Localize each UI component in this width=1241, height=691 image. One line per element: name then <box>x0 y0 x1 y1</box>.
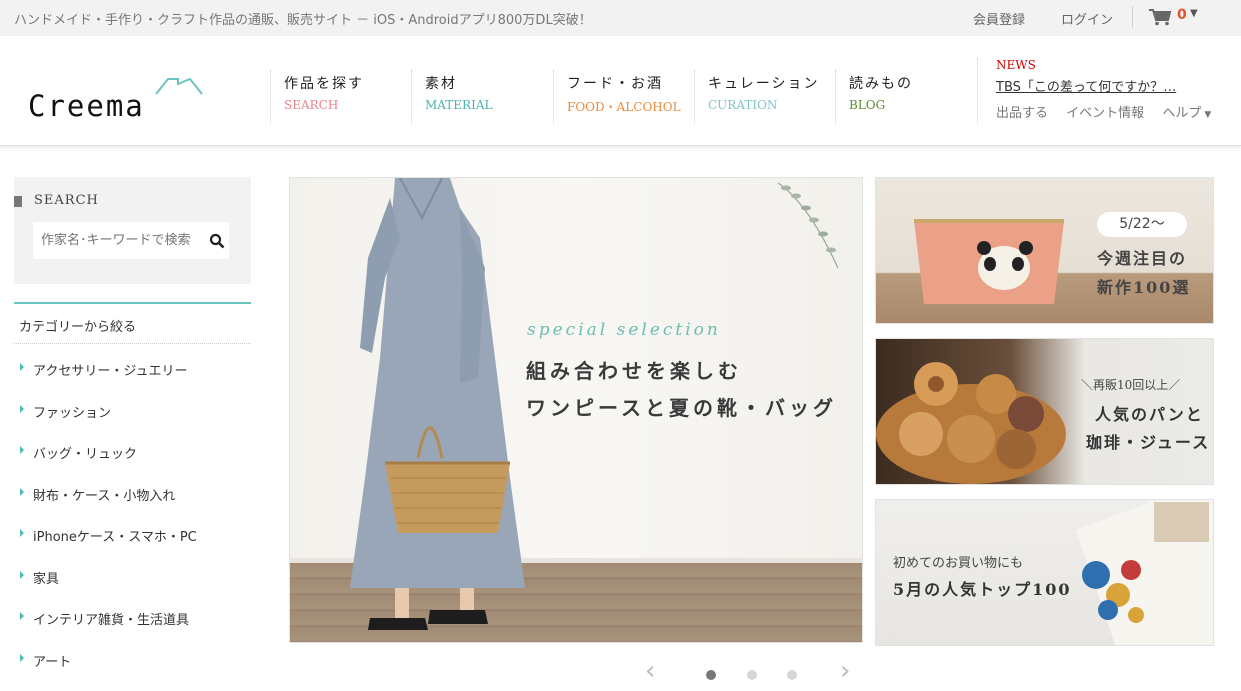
banner-line1: 初めてのお買い物にも <box>893 556 1024 571</box>
news-label: NEWS <box>996 58 1036 72</box>
hero-title-line2: ワンピースと夏の靴・バッグ <box>526 396 837 420</box>
category-list: アクセサリー・ジュエリー ファッション バッグ・リュック 財布・ケース・小物入れ… <box>14 346 251 678</box>
category-label: インテリア雑貨・生活道具 <box>33 613 190 628</box>
category-label: 家具 <box>33 571 60 587</box>
nav-label: 素材 <box>425 76 457 92</box>
search-input[interactable] <box>33 222 229 259</box>
nav-sublabel: MATERIAL <box>425 98 493 112</box>
banner-bread-coffee[interactable]: ＼再販10回以上／ 人気のパンと 珈琲・ジュース <box>875 338 1214 485</box>
carousel-next-icon[interactable]: › <box>840 656 850 686</box>
header-links: 出品する イベント情報 ヘルプ ▼ <box>996 102 1225 121</box>
category-item[interactable]: iPhoneケース・スマホ・PC <box>14 512 251 554</box>
panda-pouch-photo <box>914 219 1064 304</box>
nav-search[interactable]: 作品を探す SEARCH <box>270 70 364 124</box>
chevron-down-icon: ▼ <box>1204 110 1212 120</box>
category-item[interactable]: アート <box>14 637 251 679</box>
banner-line2: 新作100選 <box>1097 278 1191 297</box>
section-marker <box>14 196 22 207</box>
register-link[interactable]: 会員登録 <box>973 9 1025 28</box>
chevron-right-icon <box>20 404 24 413</box>
nav-label: 読みもの <box>849 76 913 92</box>
site-tagline: ハンドメイド・手作り・クラフト作品の通販、販売サイト － iOS・Android… <box>14 13 592 28</box>
chevron-right-icon <box>20 487 24 496</box>
category-item[interactable]: 財布・ケース・小物入れ <box>14 471 251 513</box>
nav-label: キュレーション <box>708 76 820 92</box>
category-label: アクセサリー・ジュエリー <box>33 364 188 379</box>
figurine-photo <box>1076 500 1213 645</box>
carousel-prev-icon[interactable]: ‹ <box>645 656 655 686</box>
model-photo <box>350 178 525 630</box>
help-label: ヘルプ <box>1162 106 1202 121</box>
leaf-decoration-icon <box>777 182 839 269</box>
banner-line1: 人気のパンと <box>1095 405 1204 424</box>
date-badge: 5/22〜 <box>1097 212 1187 237</box>
banner-line2: 珈琲・ジュース <box>1086 433 1211 452</box>
help-link[interactable]: ヘルプ ▼ <box>1162 106 1211 121</box>
category-item[interactable]: バッグ・リュック <box>14 429 251 471</box>
category-heading: カテゴリーから絞る <box>14 302 251 344</box>
news-headline-link[interactable]: TBS「この差って何ですか？… <box>996 76 1176 95</box>
category-item[interactable]: インテリア雑貨・生活道具 <box>14 595 251 637</box>
banner-line0: ＼再販10回以上／ <box>1081 378 1181 392</box>
nav-curation[interactable]: キュレーション CURATION <box>694 70 819 124</box>
bread-photo <box>876 362 1066 484</box>
logo-roof-icon <box>155 77 203 95</box>
nav-blog[interactable]: 読みもの BLOG <box>835 70 913 124</box>
sidebar-search: SEARCH <box>14 177 251 284</box>
nav-label: 作品を探す <box>284 76 364 92</box>
chevron-right-icon <box>20 612 24 620</box>
hero-title-line1: 組み合わせを楽しむ <box>526 359 742 383</box>
banner-line2: 5月の人気トップ100 <box>893 580 1072 599</box>
category-item[interactable]: 家具 <box>14 554 251 596</box>
hero-banner[interactable]: special selection 組み合わせを楽しむ ワンピースと夏の靴・バッ… <box>289 177 863 643</box>
chevron-right-icon <box>20 363 24 371</box>
search-icon[interactable] <box>209 233 225 249</box>
banner-line1: 今週注目の <box>1097 249 1188 268</box>
chevron-right-icon <box>20 570 24 579</box>
nav-sublabel: CURATION <box>708 98 778 112</box>
hero-subtitle: special selection <box>527 320 721 340</box>
creema-logo[interactable]: Creema <box>28 76 208 126</box>
nav-sublabel: SEARCH <box>284 98 339 112</box>
news-panel: NEWS TBS「この差って何ですか？… 出品する イベント情報 ヘルプ ▼ <box>977 58 1211 124</box>
category-item[interactable]: ファッション <box>14 388 251 430</box>
chevron-right-icon <box>20 446 24 454</box>
nav-material[interactable]: 素材 MATERIAL <box>411 70 492 124</box>
category-label: iPhoneケース・スマホ・PC <box>33 530 197 545</box>
category-item[interactable]: アクセサリー・ジュエリー <box>14 346 251 388</box>
cart-icon[interactable] <box>1148 8 1172 26</box>
banner-new-arrivals[interactable]: 5/22〜 今週注目の 新作100選 <box>875 177 1214 324</box>
nav-food[interactable]: フード・お酒 FOOD・ALCOHOL <box>553 70 681 124</box>
category-label: ファッション <box>33 405 112 421</box>
search-title: SEARCH <box>34 193 99 208</box>
chevron-right-icon <box>20 529 24 537</box>
banner-top-100[interactable]: 初めてのお買い物にも 5月の人気トップ100 <box>875 499 1214 646</box>
sell-link[interactable]: 出品する <box>996 106 1048 121</box>
login-link[interactable]: ログイン <box>1061 9 1113 28</box>
category-label: アート <box>33 654 72 670</box>
category-label: 財布・ケース・小物入れ <box>33 488 176 504</box>
carousel-dot[interactable] <box>787 670 797 680</box>
chevron-right-icon <box>20 653 24 662</box>
site-header: Creema 作品を探す SEARCH 素材 MATERIAL フード・お酒 F… <box>0 36 1241 146</box>
top-bar: ハンドメイド・手作り・クラフト作品の通販、販売サイト － iOS・Android… <box>0 0 1241 36</box>
topbar-divider <box>1132 6 1133 28</box>
nav-sublabel: FOOD・ALCOHOL <box>567 100 681 114</box>
logo-text: Creema <box>28 89 145 123</box>
nav-label: フード・お酒 <box>567 76 663 92</box>
events-link[interactable]: イベント情報 <box>1066 106 1144 121</box>
category-label: バッグ・リュック <box>33 447 138 462</box>
carousel-dot[interactable] <box>747 670 757 680</box>
carousel-dot[interactable] <box>706 670 716 680</box>
nav-sublabel: BLOG <box>849 98 886 112</box>
cart-count[interactable]: 0 <box>1177 7 1187 23</box>
cart-dropdown-icon[interactable]: ▼ <box>1190 8 1198 19</box>
